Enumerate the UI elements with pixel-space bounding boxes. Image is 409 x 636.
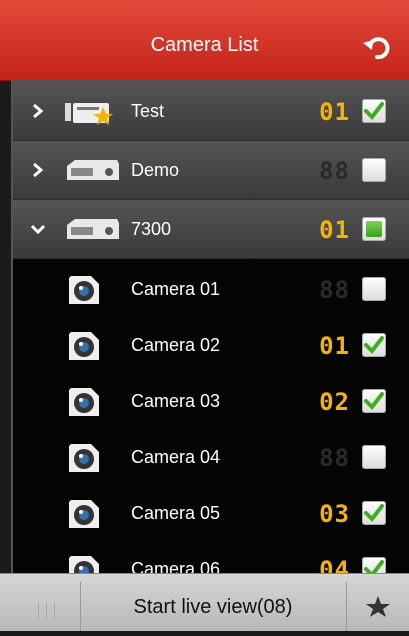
start-live-view-button[interactable]: Start live view(08) [82, 582, 344, 631]
window-number: 88 [319, 157, 350, 185]
group-checkbox[interactable] [362, 217, 386, 241]
group-checkbox[interactable] [362, 99, 386, 123]
camera-icon [69, 276, 99, 304]
favorite-button[interactable] [346, 582, 409, 631]
camera-name: Camera 03 [131, 391, 221, 411]
window-number: 03 [319, 500, 350, 528]
camera-icon [69, 500, 99, 528]
camera-icon [69, 332, 99, 360]
header-bar: Camera List [0, 0, 409, 81]
camera-name: Camera 06 [131, 559, 221, 575]
camera-checkbox[interactable] [362, 389, 386, 413]
camera-name: Camera 01 [131, 279, 221, 299]
camera-row[interactable]: Camera 05 03 [13, 484, 409, 542]
camera-row[interactable]: Camera 03 02 [13, 372, 409, 430]
checkmark-icon [364, 102, 384, 121]
camera-icon [69, 556, 99, 575]
checkmark-icon [364, 392, 384, 411]
camera-name: Camera 05 [131, 503, 221, 523]
camera-checkbox[interactable] [362, 277, 386, 301]
camera-checkbox[interactable] [362, 501, 386, 525]
camera-icon [69, 388, 99, 416]
group-checkbox[interactable] [362, 158, 386, 182]
page-title: Camera List [150, 34, 259, 56]
chevron-right-icon[interactable] [31, 102, 45, 120]
group-name: Demo [131, 160, 180, 180]
window-number: 01 [319, 216, 350, 244]
chevron-down-icon[interactable] [31, 220, 45, 238]
camera-row[interactable]: Camera 06 04 [13, 540, 409, 575]
checkmark-icon [364, 504, 384, 523]
dvr-device-icon [67, 219, 119, 239]
grip-icon[interactable] [16, 582, 81, 631]
camera-name: Camera 04 [131, 447, 221, 467]
camera-row[interactable]: Camera 04 88 [13, 428, 409, 486]
group-row-demo[interactable]: Demo 88 [13, 141, 409, 200]
checkmark-icon [364, 336, 384, 355]
window-number: 01 [319, 332, 350, 360]
camera-list: Test 01 Demo 88 7300 01 Camera 01 88 Cam… [11, 80, 409, 575]
window-number: 02 [319, 388, 350, 416]
camera-checkbox[interactable] [362, 445, 386, 469]
dvr-device-icon [67, 160, 119, 180]
refresh-icon[interactable] [361, 31, 393, 63]
camera-checkbox[interactable] [362, 333, 386, 357]
window-number: 01 [319, 98, 350, 126]
bottom-toolbar: Start live view(08) [0, 573, 409, 631]
camera-row[interactable]: Camera 02 01 [13, 316, 409, 374]
star-icon [366, 596, 390, 617]
chevron-right-icon[interactable] [31, 161, 45, 179]
camera-name: Camera 02 [131, 335, 221, 355]
group-row-test[interactable]: Test 01 [13, 82, 409, 141]
camera-row[interactable]: Camera 01 88 [13, 260, 409, 318]
window-number: 88 [319, 276, 350, 304]
partial-check-indicator [366, 221, 382, 237]
camera-icon [69, 444, 99, 472]
nvr-favorite-icon [65, 103, 113, 125]
group-name: 7300 [131, 219, 172, 239]
group-name: Test [131, 101, 165, 121]
window-number: 88 [319, 444, 350, 472]
group-row-7300[interactable]: 7300 01 [13, 200, 409, 259]
